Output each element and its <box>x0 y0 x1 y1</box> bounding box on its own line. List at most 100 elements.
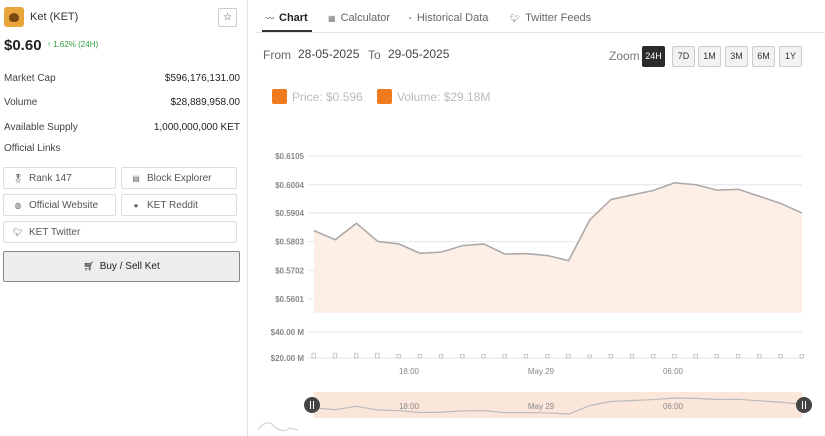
official-links-heading: Official Links <box>4 143 61 154</box>
volume-bar <box>651 354 656 359</box>
from-date-input[interactable]: 28-05-2025 <box>298 47 359 61</box>
navigator-right-handle[interactable] <box>796 397 812 413</box>
price-tick-label: $0.6105 <box>275 152 304 161</box>
volume-bar <box>396 354 401 359</box>
zoom-7d-button[interactable]: 7D <box>672 46 695 67</box>
x-tick-label: 06:00 <box>663 367 684 376</box>
coin-price: $0.60 <box>4 37 42 54</box>
volume-bar <box>587 354 592 359</box>
volume-bar <box>417 354 422 359</box>
stat-value: 1,000,000,000 KET <box>153 122 240 133</box>
rank-button[interactable]: 🎖︎ Rank 147 <box>3 167 116 189</box>
price-chart[interactable]: $0.6105 $0.6004 $0.5904 $0.5803 $0.5702 $0.56… <box>248 100 818 436</box>
volume-bar <box>311 352 316 359</box>
official-website-button[interactable]: ◍ Official Website <box>3 194 116 216</box>
tab-label: Chart <box>279 12 308 24</box>
volume-bar <box>799 354 804 359</box>
stat-label: Market Cap <box>4 73 56 84</box>
to-label: To <box>368 48 381 62</box>
stat-label: Volume <box>4 97 38 108</box>
price-tick-label: $0.6004 <box>275 181 304 190</box>
twitter-label: KET Twitter <box>29 226 81 238</box>
tab-label: Twitter Feeds <box>525 12 592 24</box>
price-tick-label: $0.5601 <box>275 295 304 304</box>
volume-bar <box>757 354 762 359</box>
volume-bar <box>629 354 635 359</box>
tab-historical-data[interactable]: ◔ Historical Data <box>407 12 488 24</box>
x-tick-label: May 29 <box>528 367 555 376</box>
zoom-label: Zoom <box>609 49 640 63</box>
twitter-icon: 🐦︎ <box>13 227 24 237</box>
volume-tick-label: $20.00 M <box>271 354 305 363</box>
navigator-tick-label: 06:00 <box>663 402 684 411</box>
volume-bar <box>438 354 444 359</box>
zoom-24h-button[interactable]: 24H <box>642 46 665 67</box>
tab-chart[interactable]: 〰 Chart <box>266 12 308 24</box>
twitter-button[interactable]: 🐦︎ KET Twitter <box>3 221 237 243</box>
tab-label: Calculator <box>340 12 391 24</box>
twitter-icon: 🐦︎ <box>510 13 521 23</box>
active-tab-indicator <box>262 30 312 32</box>
volume-bar <box>735 354 741 359</box>
volume-bar <box>566 354 571 359</box>
volume-bar <box>544 354 550 359</box>
zoom-3m-button[interactable]: 3M <box>725 46 748 67</box>
coin-logo <box>4 7 24 27</box>
stat-supply: Available Supply 1,000,000,000 KET <box>4 122 240 133</box>
to-date: 29-05-2025 <box>388 47 450 61</box>
from-label: From <box>263 48 291 62</box>
history-icon: ◔ <box>407 13 412 23</box>
volume-bar <box>523 354 529 359</box>
volume-bar <box>608 354 613 359</box>
tab-twitter-feeds[interactable]: 🐦︎ Twitter Feeds <box>510 12 591 24</box>
cart-icon: 🛒︎ <box>83 261 95 271</box>
reddit-icon: ● <box>133 200 139 210</box>
volume-bar <box>460 354 465 359</box>
volume-bar <box>778 354 783 359</box>
globe-icon: ◍ <box>14 200 22 210</box>
coin-panel: Ket (KET) ☆ $0.60 ↑ 1.62% (24H) Market C… <box>0 0 247 436</box>
to-date-input[interactable]: 29-05-2025 <box>388 47 449 61</box>
volume-bar <box>714 354 720 359</box>
stat-value: $28,889,958.00 <box>170 97 240 108</box>
price-tick-label: $0.5803 <box>275 238 304 247</box>
buy-sell-label: Buy / Sell Ket <box>99 261 160 272</box>
volume-bar <box>672 354 677 359</box>
navigator-tick-label: 18:00 <box>399 402 420 411</box>
price-change: ↑ 1.62% (24H) <box>47 40 99 49</box>
rank-label: Rank 147 <box>29 172 72 184</box>
from-date: 28-05-2025 <box>298 47 360 61</box>
favorite-star-icon[interactable]: ☆ <box>218 8 237 27</box>
document-icon: ▤ <box>132 173 140 183</box>
volume-bar <box>375 352 380 359</box>
reddit-button[interactable]: ● KET Reddit <box>121 194 237 216</box>
block-explorer-label: Block Explorer <box>147 172 212 184</box>
coin-header: Ket (KET) <box>4 7 78 27</box>
zoom-6m-button[interactable]: 6M <box>752 46 775 67</box>
price-tick-label: $0.5702 <box>275 266 304 275</box>
tab-calculator[interactable]: ▦ Calculator <box>328 12 390 24</box>
stat-value: $596,176,131.00 <box>164 73 240 84</box>
range-from: From <box>263 48 291 62</box>
calculator-icon: ▦ <box>328 13 336 23</box>
stat-market-cap: Market Cap $596,176,131.00 <box>4 73 240 84</box>
website-label: Official Website <box>29 199 99 211</box>
volume-bar <box>481 354 486 359</box>
medal-icon: 🎖︎ <box>13 173 24 183</box>
price-area <box>314 182 802 313</box>
tab-label: Historical Data <box>416 12 489 24</box>
navigator-left-handle[interactable] <box>304 397 320 413</box>
range-to: To <box>368 48 381 62</box>
block-explorer-button[interactable]: ▤ Block Explorer <box>121 167 237 189</box>
price-tick-label: $0.5904 <box>275 209 304 218</box>
navigator-window <box>314 392 802 418</box>
volume-tick-label: $40.00 M <box>271 328 305 337</box>
x-tick-label: 18:00 <box>399 367 420 376</box>
zoom-1m-button[interactable]: 1M <box>698 46 721 67</box>
navigator-tick-label: May 29 <box>528 402 555 411</box>
buy-sell-button[interactable]: 🛒︎ Buy / Sell Ket <box>3 251 240 282</box>
coin-name: Ket (KET) <box>30 11 79 23</box>
volume-bar <box>332 352 338 359</box>
scroll-mini-wave <box>257 422 299 432</box>
zoom-1y-button[interactable]: 1Y <box>779 46 802 67</box>
